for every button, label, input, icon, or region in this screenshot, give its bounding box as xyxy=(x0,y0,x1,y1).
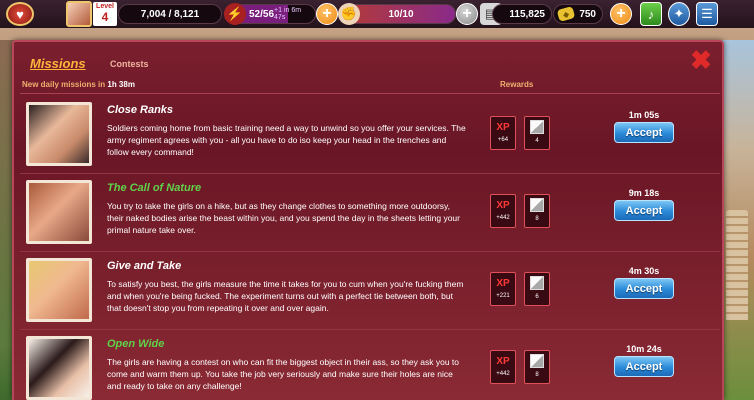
xp-reward-value: +221 xyxy=(496,293,510,299)
menu-icon[interactable]: ☰ xyxy=(696,2,718,26)
item-image-icon xyxy=(530,120,544,134)
missions-panel: Missions Contests ✖ New daily missions i… xyxy=(12,40,724,400)
item-reward-count: 8 xyxy=(535,216,539,222)
accept-button[interactable]: Accept xyxy=(614,356,674,377)
mission-duration: 1m 05s xyxy=(628,110,660,120)
level-badge: Level 4 xyxy=(93,2,117,26)
xp-reward-value: +442 xyxy=(496,371,510,377)
item-reward: 8 xyxy=(524,194,550,228)
game-logo-icon[interactable]: ♥ xyxy=(6,2,34,26)
level-value: 4 xyxy=(101,10,109,24)
mission-duration: 9m 18s xyxy=(628,188,660,198)
rewards-header: Rewards xyxy=(500,80,534,89)
mission-duration: 10m 24s xyxy=(626,344,662,354)
settings-icon[interactable]: ✦ xyxy=(668,2,690,26)
mission-row: The Call of Nature You try to take the g… xyxy=(14,174,722,252)
mission-title: Open Wide xyxy=(107,338,165,350)
xp-progress: 7,004 / 8,121 xyxy=(118,4,222,24)
fist-icon: ✊ xyxy=(338,3,360,25)
mission-row: Open Wide The girls are having a contest… xyxy=(14,330,722,400)
mission-title: Close Ranks xyxy=(107,104,174,116)
xp-reward: XP +442 xyxy=(490,350,516,384)
add-kobans-button[interactable]: + xyxy=(610,3,632,25)
tab-missions[interactable]: Missions xyxy=(30,56,86,71)
mission-title: The Call of Nature xyxy=(107,182,202,194)
xp-reward-value: +64 xyxy=(497,137,509,143)
item-reward: 6 xyxy=(524,272,550,306)
item-reward-count: 8 xyxy=(535,372,539,378)
xp-label: XP xyxy=(496,200,510,211)
mission-description: To satisfy you best, the girls measure t… xyxy=(107,279,464,313)
energy-timer: +1 in 6m 47s xyxy=(274,7,302,21)
add-energy-button[interactable]: + xyxy=(316,3,338,25)
new-daily-label: New daily missions in xyxy=(22,80,106,89)
xp-label: XP xyxy=(496,122,510,133)
mission-title: Give and Take xyxy=(107,260,182,272)
mission-photo xyxy=(26,180,92,244)
item-reward: 8 xyxy=(524,350,550,384)
accept-button[interactable]: Accept xyxy=(614,122,674,143)
xp-label: XP xyxy=(496,356,510,367)
mission-photo xyxy=(26,102,92,166)
xp-label: XP xyxy=(496,278,510,289)
accept-button[interactable]: Accept xyxy=(614,200,674,221)
top-bar: ♥ Level 4 7,004 / 8,121 52/56 +1 in 6m 4… xyxy=(0,0,754,28)
item-reward-count: 6 xyxy=(535,294,539,300)
item-image-icon xyxy=(530,354,544,368)
xp-reward: XP +442 xyxy=(490,194,516,228)
close-icon[interactable]: ✖ xyxy=(690,47,712,73)
fists-bar: 10/10 xyxy=(346,4,456,24)
xp-reward-value: +442 xyxy=(496,215,510,221)
money-value: 115,825 xyxy=(492,4,552,24)
mission-description: The girls are having a contest on who ca… xyxy=(107,357,460,391)
background-right xyxy=(720,40,754,400)
mission-photo xyxy=(26,336,92,400)
xp-reward: XP +64 xyxy=(490,116,516,150)
mission-description: You try to take the girls on a hike, but… xyxy=(107,201,460,235)
item-image-icon xyxy=(530,198,544,212)
new-daily-timer: 1h 38m xyxy=(107,80,135,89)
energy-value: 52/56 xyxy=(249,8,275,20)
accept-button[interactable]: Accept xyxy=(614,278,674,299)
add-fists-button[interactable]: + xyxy=(456,3,478,25)
mission-photo xyxy=(26,258,92,322)
item-reward: 4 xyxy=(524,116,550,150)
background-tower xyxy=(726,210,748,320)
mission-row: Close Ranks Soldiers coming home from ba… xyxy=(14,96,722,174)
header-divider xyxy=(20,93,720,94)
tab-contests[interactable]: Contests xyxy=(110,59,149,69)
item-image-icon xyxy=(530,276,544,290)
mission-duration: 4m 30s xyxy=(628,266,660,276)
avatar[interactable] xyxy=(66,1,92,27)
mission-row: Give and Take To satisfy you best, the g… xyxy=(14,252,722,330)
sound-icon[interactable]: ♪ xyxy=(640,2,662,26)
mission-description: Soldiers coming home from basic training… xyxy=(107,123,466,157)
energy-icon: ⚡ xyxy=(224,3,246,25)
xp-reward: XP +221 xyxy=(490,272,516,306)
item-reward-count: 4 xyxy=(535,138,539,144)
new-daily-missions: New daily missions in 1h 38m xyxy=(22,80,135,89)
